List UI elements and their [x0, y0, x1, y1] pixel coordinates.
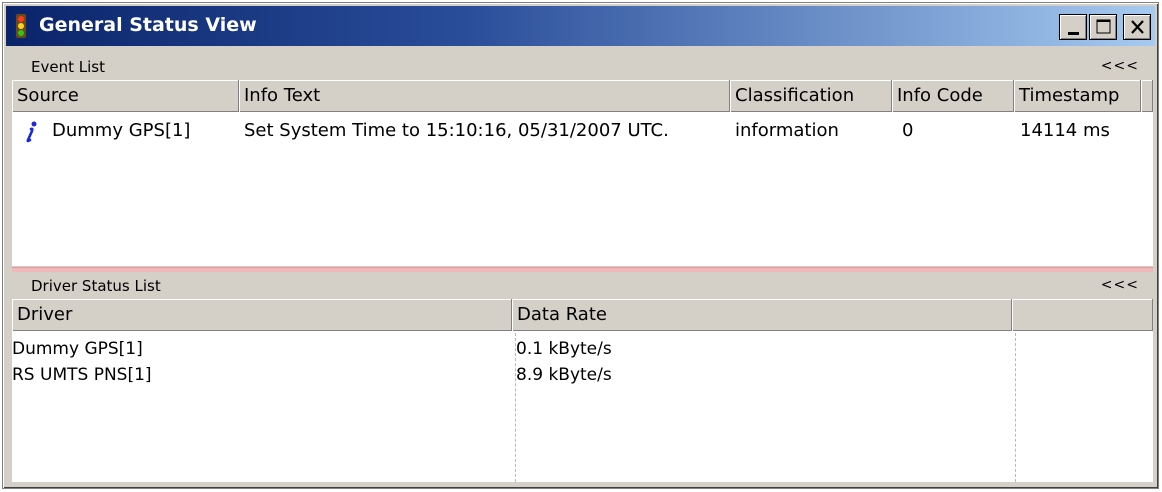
minimize-button[interactable]: [1059, 14, 1087, 40]
maximize-icon: [1096, 19, 1111, 34]
cell-data-rate: 0.1 kByte/s: [516, 339, 612, 359]
column-header-info-code[interactable]: Info Code: [892, 80, 1014, 112]
cell-source: Dummy GPS[1]: [52, 120, 191, 141]
minimize-icon: [1068, 32, 1079, 35]
column-header-source[interactable]: Source: [12, 80, 239, 112]
column-header-extra[interactable]: [1012, 299, 1153, 331]
maximize-button[interactable]: [1089, 14, 1117, 40]
table-row[interactable]: Dummy GPS[1] Set System Time to 15:10:16…: [12, 118, 1153, 146]
event-list-header: Event List <<<: [12, 56, 1153, 78]
info-icon: [26, 121, 37, 143]
title-bar[interactable]: General Status View: [6, 6, 1155, 46]
traffic-light-icon: [16, 14, 26, 38]
event-list-label: Event List: [31, 58, 105, 76]
event-list-collapse-button[interactable]: <<<: [1101, 58, 1139, 74]
cell-data-rate: 8.9 kByte/s: [516, 365, 612, 385]
cell-driver: Dummy GPS[1]: [12, 339, 143, 359]
cell-driver: RS UMTS PNS[1]: [12, 365, 152, 385]
event-list-table: Source Info Text Classification Info Cod…: [12, 80, 1153, 266]
column-header-info-text[interactable]: Info Text: [239, 80, 730, 112]
column-header-data-rate[interactable]: Data Rate: [512, 299, 1012, 331]
general-status-window: General Status View Event List <<< Sourc…: [2, 2, 1159, 489]
close-icon: [1131, 20, 1144, 34]
driver-status-list-label: Driver Status List: [31, 277, 161, 295]
column-header-classification[interactable]: Classification: [730, 80, 892, 112]
table-row[interactable]: Dummy GPS[1] 0.1 kByte/s: [12, 339, 1153, 363]
cell-timestamp: 14114 ms: [1020, 120, 1110, 141]
driver-status-list-collapse-button[interactable]: <<<: [1101, 277, 1139, 293]
window-title: General Status View: [39, 14, 257, 36]
column-header-driver[interactable]: Driver: [12, 299, 512, 331]
column-header-timestamp[interactable]: Timestamp: [1014, 80, 1141, 112]
cell-info-code: 0: [902, 120, 914, 141]
driver-status-list-header: Driver Status List <<<: [12, 275, 1153, 297]
pane-splitter[interactable]: [12, 267, 1153, 272]
close-button[interactable]: [1123, 14, 1151, 40]
driver-status-table: Driver Data Rate Dummy GPS[1] 0.1 kByte/…: [12, 299, 1153, 482]
table-row[interactable]: RS UMTS PNS[1] 8.9 kByte/s: [12, 365, 1153, 389]
cell-info-text: Set System Time to 15:10:16, 05/31/2007 …: [244, 120, 669, 141]
column-header-filler: [1141, 80, 1153, 112]
cell-classification: information: [735, 120, 839, 141]
